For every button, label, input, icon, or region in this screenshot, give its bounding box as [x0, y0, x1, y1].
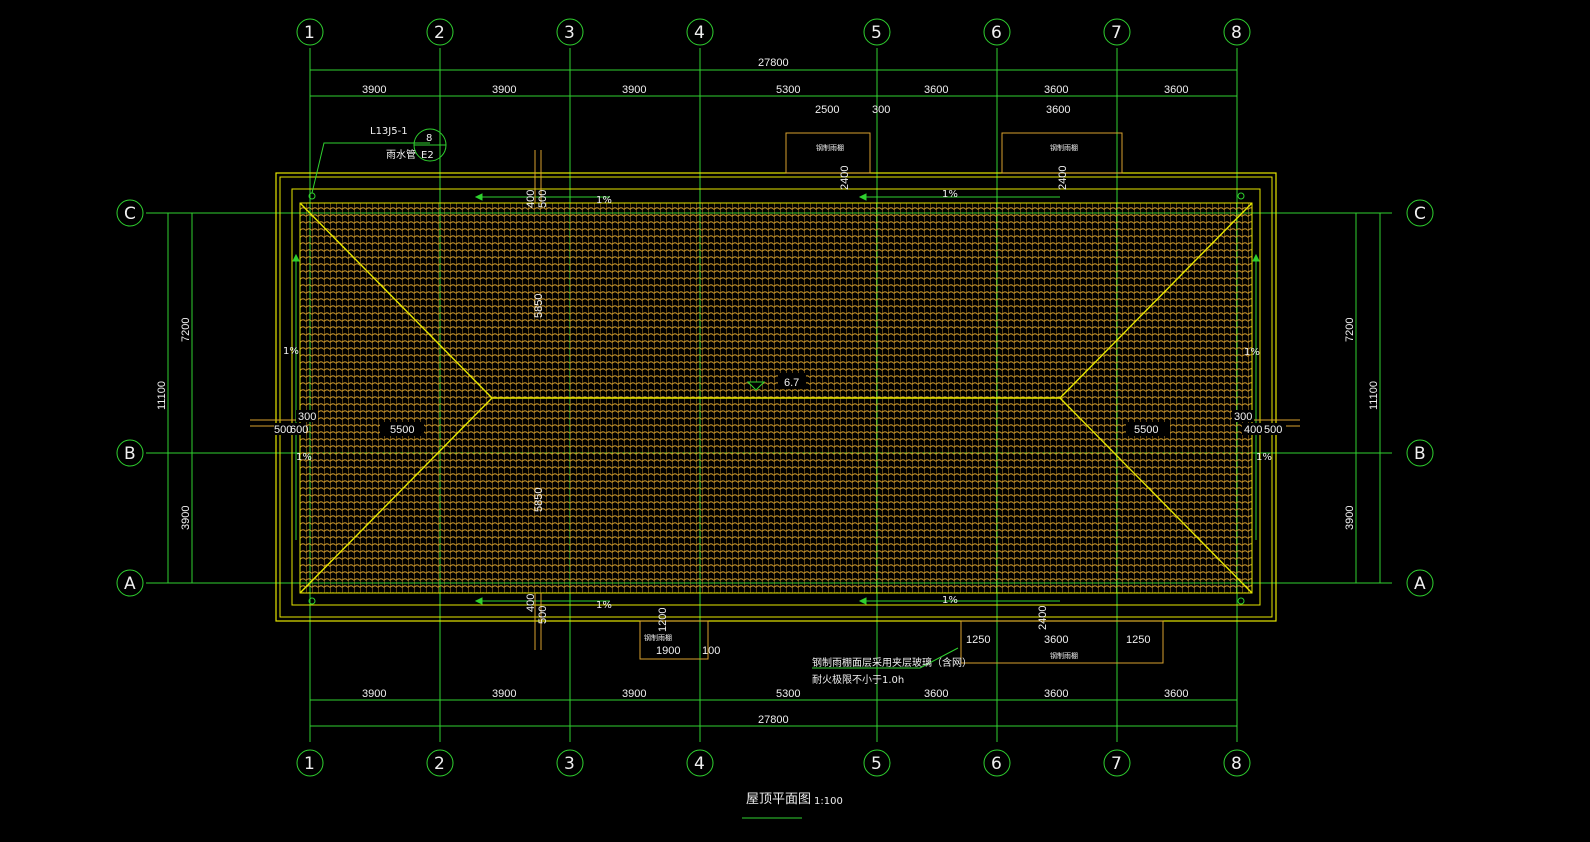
axis-label-2-bottom: 2	[434, 754, 445, 774]
slope-top-right: 1%	[942, 189, 958, 200]
box-bottom-right-label: 钢制雨棚	[1050, 651, 1078, 660]
dim-eave-right-b: 400	[1244, 424, 1262, 436]
dim-top-span-2: 3900	[492, 84, 516, 96]
ridge-elevation-text: 6.7	[784, 377, 799, 389]
dim-eave-right-c: 500	[1264, 424, 1282, 436]
dim-bottom-small-b: 500	[537, 606, 549, 624]
dim-left-lower: 3900	[180, 506, 192, 530]
axis-label-1-bottom: 1	[304, 754, 315, 774]
dim-bottom-span-7: 3600	[1164, 688, 1188, 700]
dim-eave-left-a: 300	[298, 411, 316, 423]
dim-bottom-span-5: 3600	[924, 688, 948, 700]
dim-eave-right-a: 300	[1234, 411, 1252, 423]
drain-label-text: 雨水管	[386, 148, 416, 161]
drawing-title: 屋顶平面图	[746, 792, 811, 807]
box-top-right-label: 钢制雨棚	[1050, 143, 1078, 152]
dim-bottom-small-a: 400	[525, 594, 537, 612]
dim-top-small-a: 400	[525, 190, 537, 208]
axis-label-b-right: B	[1414, 444, 1426, 464]
dim-top-box-1-offset: 300	[872, 104, 890, 116]
axis-label-c-right: C	[1414, 204, 1426, 224]
slope-bottom-left: 1%	[596, 600, 612, 611]
slope-top-left: 1%	[596, 195, 612, 206]
dim-top-box-2-width: 3600	[1046, 104, 1070, 116]
detail-sheet-text: E2	[421, 150, 434, 161]
dim-top-span-3: 3900	[622, 84, 646, 96]
slope-right-lower: 1%	[1256, 452, 1272, 463]
dim-hip-run-right: 5500	[1134, 424, 1158, 436]
detail-number-text: 8	[426, 133, 432, 144]
axis-label-1-top: 1	[304, 23, 315, 43]
dim-left-upper: 7200	[180, 318, 192, 342]
dim-hip-run-left: 5500	[390, 424, 414, 436]
dim-bottom-box-1-height: 1200	[657, 608, 669, 632]
dim-right-overall: 11100	[1368, 381, 1380, 410]
dim-top-box-2-height: 2400	[1057, 166, 1069, 190]
dim-bottom-overall: 27800	[758, 714, 789, 726]
drawing-scale: 1:100	[814, 796, 843, 807]
axis-label-8-bottom: 8	[1231, 754, 1242, 774]
dim-top-overall: 27800	[758, 57, 789, 69]
dim-bottom-span-6: 3600	[1044, 688, 1068, 700]
axis-label-8-top: 8	[1231, 23, 1242, 43]
dim-top-span-1: 3900	[362, 84, 386, 96]
dim-right-upper: 7200	[1344, 318, 1356, 342]
dim-bottom-span-3: 3900	[622, 688, 646, 700]
canopy-top-left	[785, 132, 871, 174]
dim-bottom-box-2-mid: 3600	[1044, 634, 1068, 646]
dim-left-overall: 11100	[156, 381, 168, 410]
dim-bottom-box-2-height: 2400	[1037, 606, 1049, 630]
slope-left-lower: 1%	[296, 452, 312, 463]
box-bottom-left-label: 钢制雨棚	[644, 633, 672, 642]
dim-bottom-box-2-right: 1250	[1126, 634, 1150, 646]
axis-label-a-left: A	[124, 574, 136, 594]
dim-bottom-span-2: 3900	[492, 688, 516, 700]
slope-left-upper: 1%	[283, 346, 299, 357]
axis-label-3-bottom: 3	[564, 754, 575, 774]
axis-label-4-bottom: 4	[694, 754, 705, 774]
slope-right-upper: 1%	[1244, 347, 1260, 358]
axis-label-6-bottom: 6	[991, 754, 1002, 774]
axis-label-a-right: A	[1414, 574, 1426, 594]
axis-label-b-left: B	[124, 444, 136, 464]
roof-plan-drawing: L13J5-1 8 E2 雨水管 6.7 1 2 3 4 5 6 7 8 1 2…	[116, 18, 1434, 819]
dim-slope-lower: 5850	[533, 488, 545, 512]
detail-callout: L13J5-1 8 E2 雨水管	[311, 126, 447, 194]
axis-label-5-top: 5	[871, 23, 882, 43]
axis-label-7-bottom: 7	[1111, 754, 1122, 774]
dim-top-span-7: 3600	[1164, 84, 1188, 96]
dim-top-span-4: 5300	[776, 84, 800, 96]
axis-label-5-bottom: 5	[871, 754, 882, 774]
note-line-1: 钢制雨棚面层采用夹层玻璃（含网）	[812, 656, 972, 669]
dim-top-small-b: 500	[537, 190, 549, 208]
axis-label-4-top: 4	[694, 23, 705, 43]
dim-top-box-1-width: 2500	[815, 104, 839, 116]
dim-slope-upper: 5850	[533, 294, 545, 318]
note-line-2: 耐火极限不小于1.0h	[812, 673, 904, 686]
axis-label-3-top: 3	[564, 23, 575, 43]
box-top-left-label: 钢制雨棚	[816, 143, 844, 152]
dim-top-span-6: 3600	[1044, 84, 1068, 96]
dim-top-span-5: 3600	[924, 84, 948, 96]
dim-bottom-span-4: 5300	[776, 688, 800, 700]
slope-bottom-right: 1%	[942, 595, 958, 606]
dim-right-lower: 3900	[1344, 506, 1356, 530]
dim-top-box-1-height: 2400	[839, 166, 851, 190]
dim-bottom-box-2-left: 1250	[966, 634, 990, 646]
dim-bottom-box-1-width: 1900	[656, 645, 680, 657]
axis-label-7-top: 7	[1111, 23, 1122, 43]
detail-ref-text: L13J5-1	[370, 126, 408, 137]
dim-bottom-span-1: 3900	[362, 688, 386, 700]
axis-label-6-top: 6	[991, 23, 1002, 43]
dim-eave-left-c: 600	[290, 424, 308, 436]
dim-bottom-box-1-offset: 100	[702, 645, 720, 657]
axis-label-c-left: C	[124, 204, 136, 224]
axis-label-2-top: 2	[434, 23, 445, 43]
